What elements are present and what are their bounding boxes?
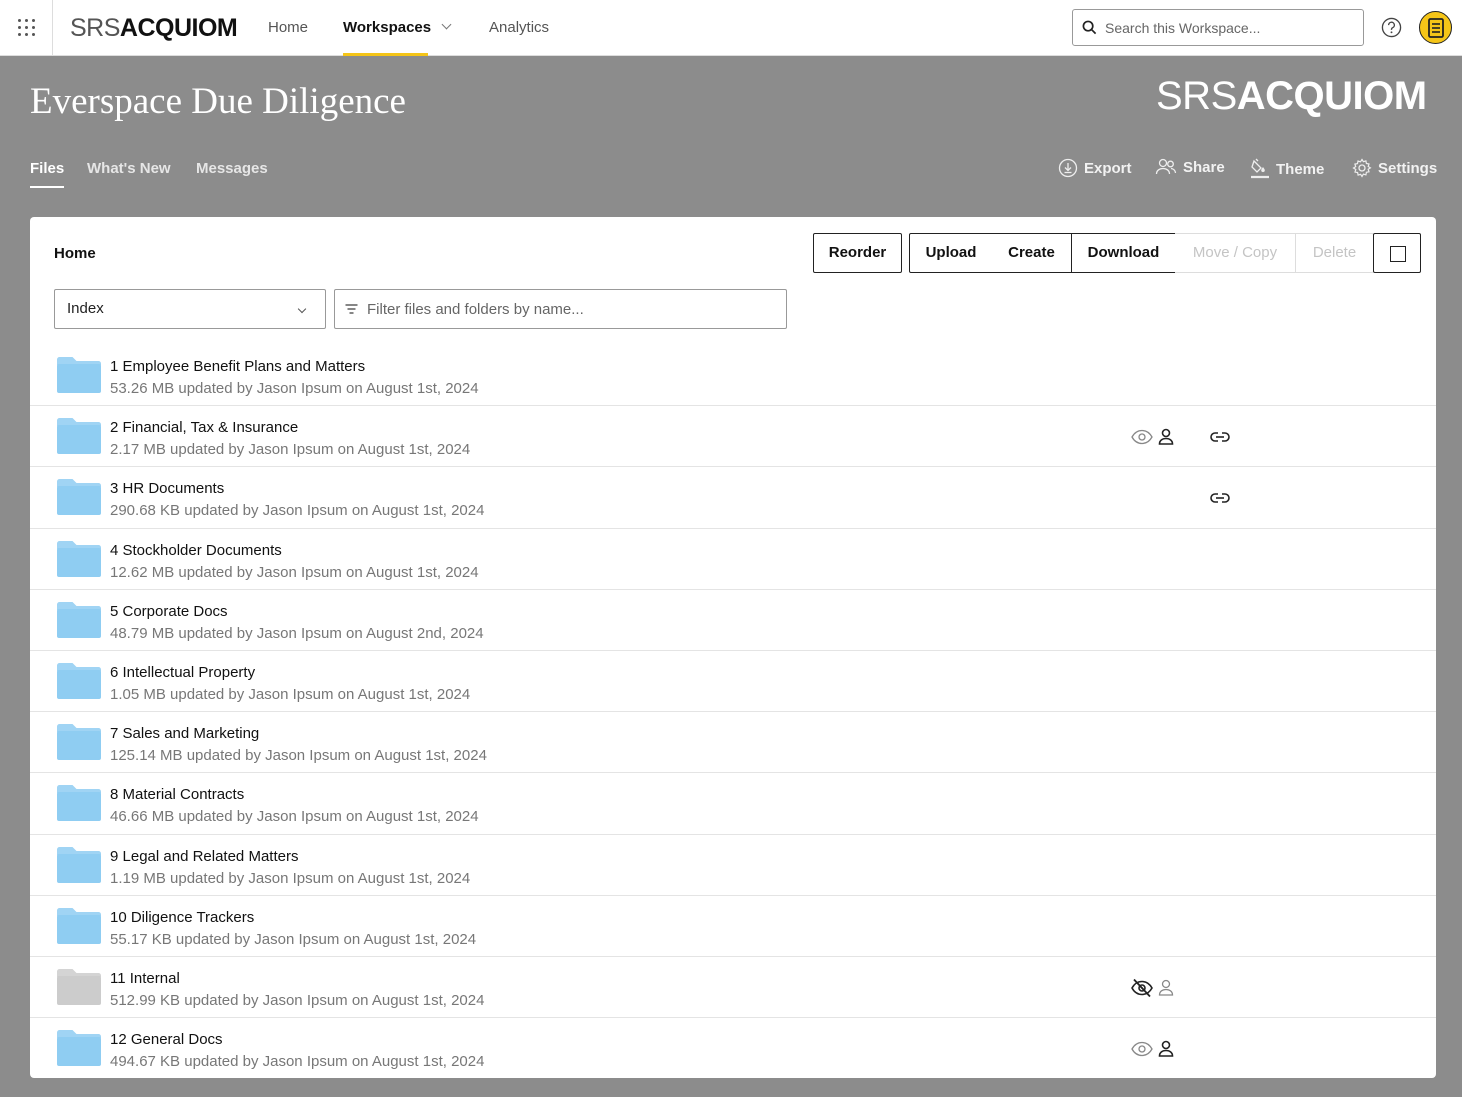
help-icon[interactable] bbox=[1381, 17, 1402, 38]
folder-icon bbox=[57, 601, 101, 638]
settings-button[interactable]: Settings bbox=[1352, 158, 1437, 178]
reorder-button[interactable]: Reorder bbox=[813, 233, 902, 273]
breadcrumb[interactable]: Home bbox=[54, 245, 96, 262]
export-icon bbox=[1058, 158, 1078, 178]
workspace-logo: SRSACQUIOM bbox=[1156, 74, 1427, 118]
user-icon[interactable] bbox=[1158, 979, 1174, 996]
folder-row[interactable]: 2 Financial, Tax & Insurance 2.17 MB upda… bbox=[30, 406, 1436, 468]
user-icon[interactable] bbox=[1158, 1040, 1174, 1057]
folder-name[interactable]: 10 Diligence Trackers bbox=[110, 909, 254, 926]
folder-row[interactable]: 4 Stockholder Documents 12.62 MB updated … bbox=[30, 529, 1436, 590]
folder-meta: 125.14 MB updated by Jason Ipsum on Augu… bbox=[110, 747, 487, 765]
folder-meta: 53.26 MB updated by Jason Ipsum on Augus… bbox=[110, 380, 479, 397]
folder-name[interactable]: 5 Corporate Docs bbox=[110, 603, 228, 620]
folder-row[interactable]: 11 Internal 512.99 KB updated by Jason Ip… bbox=[30, 957, 1436, 1019]
folder-icon bbox=[57, 540, 101, 577]
export-button[interactable]: Export bbox=[1058, 158, 1132, 178]
move-copy-button[interactable]: Move / Copy bbox=[1175, 233, 1296, 273]
folder-meta: 2.17 MB updated by Jason Ipsum on August… bbox=[110, 441, 471, 459]
create-button[interactable]: Create bbox=[992, 233, 1072, 273]
top-nav: SRSACQUIOM Home Workspaces Analytics bbox=[0, 0, 1462, 56]
files-panel: Home Reorder Upload Create Download Move… bbox=[30, 217, 1436, 1078]
folder-name[interactable]: 1 Employee Benefit Plans and Matters bbox=[110, 358, 365, 375]
folder-icon bbox=[57, 418, 101, 455]
folder-icon bbox=[57, 662, 101, 699]
search-input[interactable] bbox=[1105, 10, 1357, 45]
folder-meta: 494.67 KB updated by Jason Ipsum on Augu… bbox=[110, 1053, 485, 1071]
workspace-title: Everspace Due Diligence bbox=[30, 81, 406, 122]
select-all-checkbox[interactable] bbox=[1373, 233, 1421, 273]
folder-list: 1 Employee Benefit Plans and Matters 53.2… bbox=[30, 345, 1436, 1078]
folder-meta: 1.19 MB updated by Jason Ipsum on August… bbox=[110, 869, 471, 887]
link-icon[interactable] bbox=[1210, 431, 1230, 443]
folder-icon bbox=[57, 846, 101, 883]
folder-row[interactable]: 1 Employee Benefit Plans and Matters 53.2… bbox=[30, 345, 1436, 407]
filter-icon bbox=[345, 304, 358, 314]
folder-meta: 55.17 KB updated by Jason Ipsum on Augus… bbox=[110, 930, 477, 948]
theme-icon bbox=[1251, 158, 1269, 179]
folder-icon bbox=[57, 357, 101, 393]
folder-icon bbox=[57, 785, 101, 822]
folder-icon bbox=[57, 907, 101, 944]
share-button[interactable]: Share bbox=[1155, 158, 1225, 176]
folder-meta: 48.79 MB updated by Jason Ipsum on Augus… bbox=[110, 624, 484, 642]
nav-analytics[interactable]: Analytics bbox=[489, 0, 549, 56]
folder-row[interactable]: 5 Corporate Docs 48.79 MB updated by Jaso… bbox=[30, 590, 1436, 651]
folder-row[interactable]: 6 Intellectual Property 1.05 MB updated b… bbox=[30, 651, 1436, 713]
nav-home[interactable]: Home bbox=[268, 0, 308, 56]
folder-name[interactable]: 8 Material Contracts bbox=[110, 786, 244, 803]
folder-name[interactable]: 6 Intellectual Property bbox=[110, 664, 255, 681]
folder-name[interactable]: 11 Internal bbox=[110, 970, 180, 987]
view-select[interactable]: Index bbox=[54, 289, 326, 329]
user-icon[interactable] bbox=[1158, 428, 1174, 445]
eye-off-icon[interactable] bbox=[1131, 978, 1153, 998]
download-button[interactable]: Download bbox=[1071, 233, 1176, 273]
gear-icon bbox=[1352, 158, 1372, 178]
folder-name[interactable]: 3 HR Documents bbox=[110, 480, 224, 497]
folder-meta: 12.62 MB updated by Jason Ipsum on Augus… bbox=[110, 563, 479, 581]
app-grid-icon[interactable] bbox=[18, 19, 36, 37]
filter-box[interactable] bbox=[334, 289, 787, 329]
link-icon[interactable] bbox=[1210, 492, 1230, 504]
folder-name[interactable]: 9 Legal and Related Matters bbox=[110, 848, 298, 865]
folder-meta: 512.99 KB updated by Jason Ipsum on Augu… bbox=[110, 991, 485, 1009]
folder-row[interactable]: 7 Sales and Marketing 125.14 MB updated b… bbox=[30, 712, 1436, 774]
folder-icon bbox=[57, 724, 101, 761]
folder-icon bbox=[57, 479, 101, 516]
folder-row[interactable]: 12 General Docs 494.67 KB updated by Jaso… bbox=[30, 1018, 1436, 1078]
eye-icon[interactable] bbox=[1131, 1041, 1153, 1057]
tab-messages[interactable]: Messages bbox=[196, 160, 268, 177]
folder-name[interactable]: 4 Stockholder Documents bbox=[110, 542, 282, 559]
folder-row[interactable]: 9 Legal and Related Matters 1.19 MB updat… bbox=[30, 835, 1436, 896]
folder-row[interactable]: 10 Diligence Trackers 55.17 KB updated by… bbox=[30, 896, 1436, 957]
upload-button[interactable]: Upload bbox=[909, 233, 993, 273]
notepad-icon bbox=[1428, 18, 1444, 38]
folder-meta: 1.05 MB updated by Jason Ipsum on August… bbox=[110, 685, 471, 703]
folder-name[interactable]: 7 Sales and Marketing bbox=[110, 725, 259, 742]
folder-meta: 290.68 KB updated by Jason Ipsum on Augu… bbox=[110, 502, 485, 520]
srs-acquiom-logo[interactable]: SRSACQUIOM bbox=[70, 12, 238, 44]
workspace-search[interactable] bbox=[1072, 9, 1364, 46]
filter-input[interactable] bbox=[367, 290, 777, 328]
search-icon bbox=[1082, 20, 1097, 35]
delete-button[interactable]: Delete bbox=[1295, 233, 1374, 273]
eye-icon[interactable] bbox=[1131, 429, 1153, 445]
share-icon bbox=[1155, 158, 1177, 175]
tab-whats-new[interactable]: What's New bbox=[87, 160, 171, 177]
folder-icon bbox=[57, 968, 101, 1005]
folder-icon bbox=[57, 1030, 101, 1067]
folder-row[interactable]: 3 HR Documents 290.68 KB updated by Jason… bbox=[30, 467, 1436, 529]
user-avatar[interactable] bbox=[1419, 11, 1452, 44]
nav-workspaces[interactable]: Workspaces bbox=[343, 0, 452, 56]
folder-row[interactable]: 8 Material Contracts 46.66 MB updated by … bbox=[30, 773, 1436, 835]
chevron-down-icon bbox=[297, 304, 307, 314]
tab-files[interactable]: Files bbox=[30, 160, 65, 188]
chevron-down-icon bbox=[441, 19, 452, 30]
folder-name[interactable]: 2 Financial, Tax & Insurance bbox=[110, 419, 298, 436]
theme-button[interactable]: Theme bbox=[1250, 158, 1324, 180]
folder-name[interactable]: 12 General Docs bbox=[110, 1031, 223, 1048]
divider bbox=[52, 0, 53, 56]
folder-meta: 46.66 MB updated by Jason Ipsum on Augus… bbox=[110, 808, 479, 826]
